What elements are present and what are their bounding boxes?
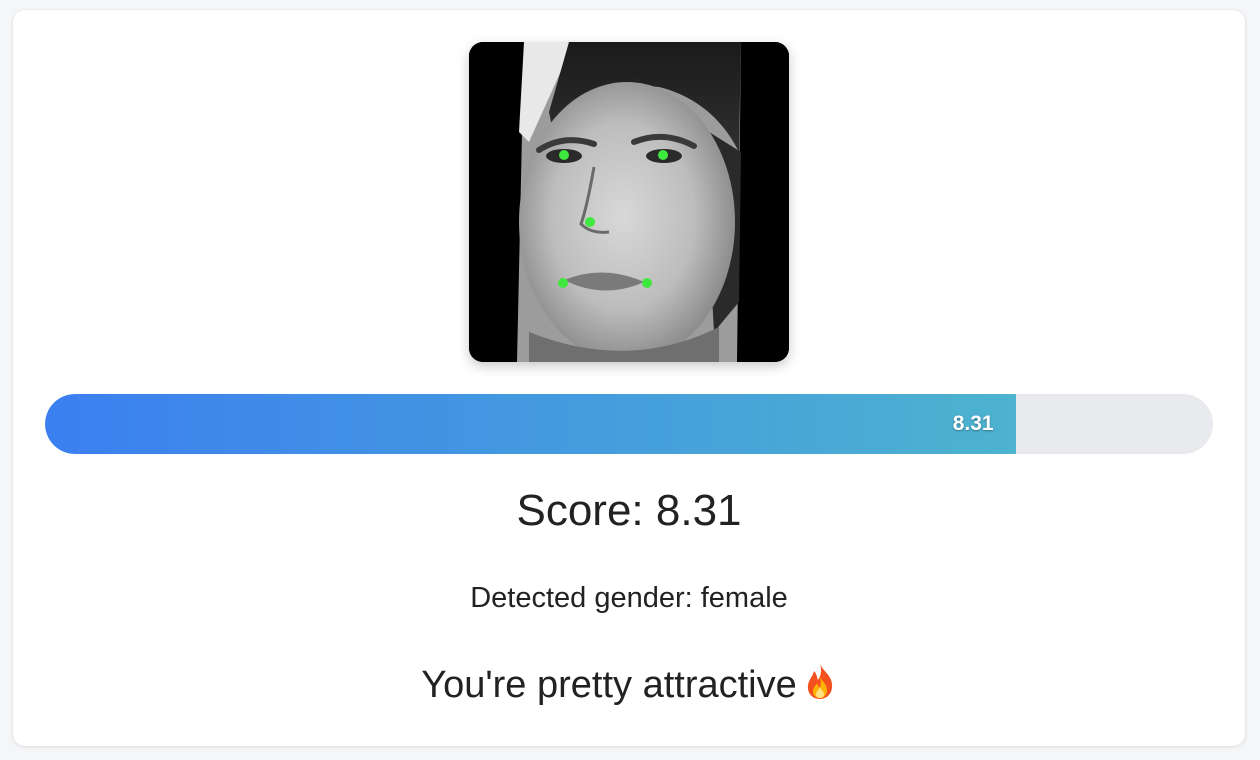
result-card: 8.31 Score: 8.31 Detected gender: female… (13, 10, 1245, 746)
nose-landmark (585, 217, 595, 227)
right-eye-landmark (658, 150, 668, 160)
mouth-right-landmark (642, 278, 652, 288)
face-photo (469, 42, 789, 362)
score-progress-label: 8.31 (952, 412, 994, 435)
face-photo-image (469, 42, 789, 362)
score-progress-fill: 8.31 (45, 394, 1016, 454)
score-progress-bar: 8.31 (45, 394, 1213, 454)
verdict: You're pretty attractive (13, 662, 1245, 710)
verdict-text: You're pretty attractive (421, 664, 797, 706)
fire-icon (803, 662, 837, 710)
score-text: Score: 8.31 (516, 486, 742, 535)
mouth-left-landmark (558, 278, 568, 288)
detected-gender-text: Detected gender: female (470, 582, 788, 614)
left-eye-landmark (559, 150, 569, 160)
